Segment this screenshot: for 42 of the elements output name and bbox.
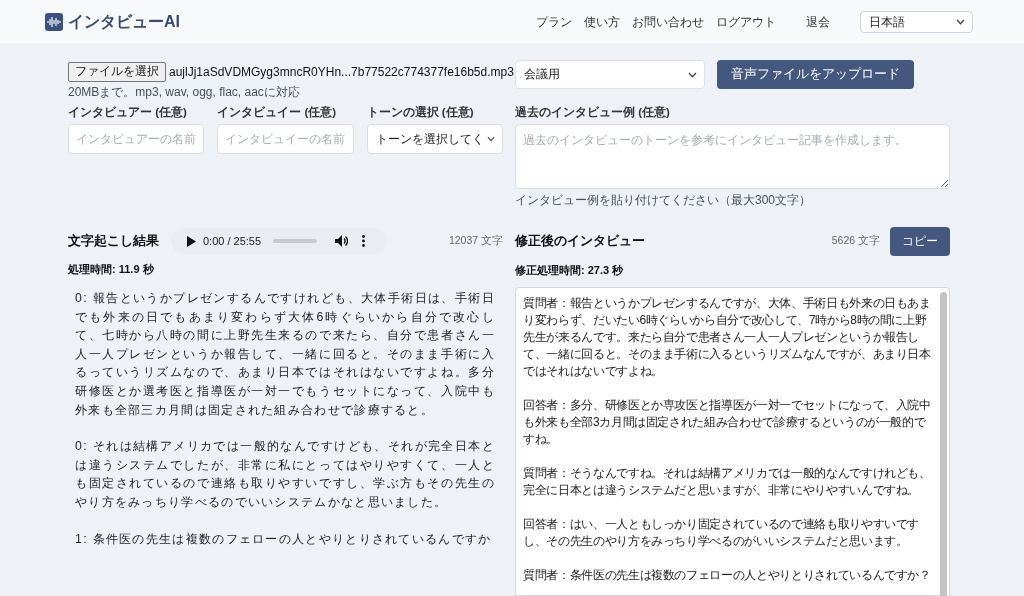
nav-link[interactable]: ログアウト [716,13,776,31]
choose-file-button[interactable]: ファイルを選択 [68,61,166,82]
field-label: インタビュアー (任意) [68,105,188,120]
chevron-down-icon [688,71,697,78]
volume-icon[interactable] [335,235,349,247]
audio-time: 0:00 / 25:55 [203,235,262,247]
file-format-hint: 20MBまで。mp3, wav, ogg, flac, aacに対応 [68,85,301,99]
copy-button[interactable]: コピー [890,226,950,256]
panel-title: 文字起こし結果 [68,232,159,250]
upload-button[interactable]: 音声ファイルをアップロード [717,60,914,89]
transcript-paragraph: 0: 報告というかプレゼンするんですけれども、大体手術日は、手術日でも外来の日でもあまり変わらず大体6時ぐらいから自分で改心して、七時から八時の間に上野先生来るので来たら、自分で患者さん一人一人プレゼンというか報告して、一緒に回ると。そのまま手術に入るっていうリズムなので、あまり日本ではそれはないですよね。多分研修医とか選考医と指導医が一対一でもうセットになって、入院中も外来も全部三カ月間は固定された組み合わせで診療すると。 [75,290,495,419]
app-logo-text[interactable]: インタビューAI [68,11,180,33]
field-label: 過去のインタビュー例 (任意) [515,105,671,120]
chevron-down-icon [486,136,495,142]
processing-time: 修正処理時間: 27.3 秒 [515,264,625,277]
nav-link[interactable]: お問い合わせ [632,13,704,31]
file-name: aujlJj1aSdVDMGyg3mncR0YHn...7b77522c774377fe16b5d.mp3 [169,64,514,79]
play-icon[interactable] [187,235,196,247]
name-input[interactable]: インタビュイーの名前 [217,124,354,154]
kebab-menu-icon[interactable] [362,235,366,247]
audio-progress-track[interactable] [273,239,318,243]
character-count: 12037 文字 [448,234,503,248]
nav-button[interactable]: 退会 [806,13,830,31]
transcript-paragraph: 1: 条件医の先生は複数のフェローの人とやりとりされているんですか [75,530,493,548]
language-select[interactable]: 日本語 [860,11,973,33]
field-label: インタビュイー (任意) [217,105,338,120]
transcript-paragraph: 0: それは結構アメリカでは一般的なんですけども、それが完全日本とは違うシステムでしたが、非常に私にとってはやりやすくて、一人とも固定されているので連絡も取りやすいですし、学ぶ方もその先生のやり方をみっちり学べるのでいいシステムかなと思いました。 [75,438,495,511]
tone-select[interactable]: トーンを選択してく [366,124,503,154]
nav-link[interactable]: 使い方 [584,13,620,31]
character-count: 5626 文字 [831,234,880,248]
field-label: トーンの選択 (任意) [366,105,475,120]
waveform-logo-icon [45,13,63,31]
mode-select[interactable]: 会議用 [515,60,705,89]
example-textarea[interactable]: 過去のインタビューのトーンを参考にインタビュー記事を作成します。 [515,124,950,189]
chevron-down-icon [956,19,965,25]
processing-time: 処理時間: 11.9 秒 [68,263,155,276]
interview-textarea[interactable]: 質問者：報告というかプレゼンするんですが、大体、手術日も外来の日もあまり変わらず、だいたい6時ぐらいから自分で改心して、7時から8時の間に上野先生が来るんです。来たら自分で患者さん一人一人プレゼンというか報告して、一緒に回ると。そのまま手術に入るというリズムなんですが、あまり日本ではそれはないですよね。 回答者：多分、研修医とか専攻医と指導医が一対一でセットになって、入院中も外来も全部3カ月間は固定された組み合わせで診療するというのが一般的ですね。 質問者：そうなんですね。それは結構アメリカでは一般的なんですけれども、完全に日本とは違うシステムだと思いますが、非常にやりやすいんですね。 回答者：はい、一人ともしっかり固定されているので連絡も取りやすいですし、その先生のやり方をみっちり学べるのがいいシステムだと思います。 質問者：条件医の先生は複数のフェローの人とやりとりされているんですか？ [515,287,950,596]
example-hint: インタビュー例を貼り付けてください（最大300文字） [515,193,813,207]
name-input[interactable]: インタビュアーの名前 [68,124,205,154]
panel-title: 修正後のインタビュー [515,232,645,250]
scrollbar-thumb[interactable] [940,292,947,596]
nav-link[interactable]: プラン [536,13,572,31]
